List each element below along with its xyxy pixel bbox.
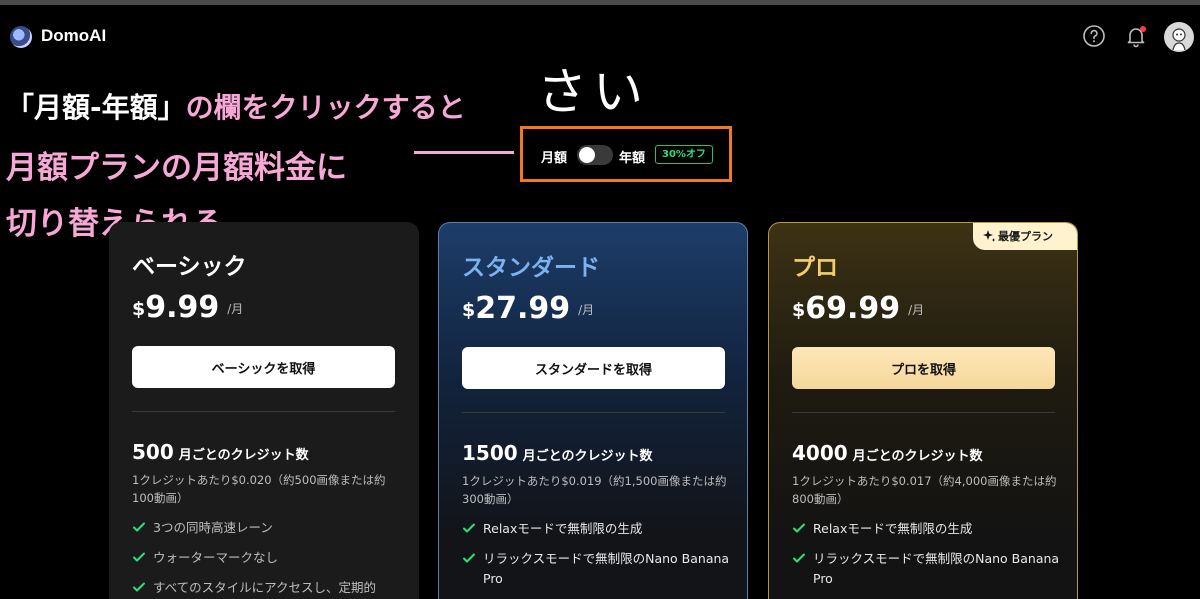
help-icon[interactable] xyxy=(1082,24,1106,48)
check-icon xyxy=(463,523,475,533)
avatar[interactable] xyxy=(1164,22,1194,52)
credits-count: 4000 月ごとのクレジット数 xyxy=(792,441,983,465)
credits-number: 4000 xyxy=(792,441,848,465)
feature-item: ウォーターマークなし xyxy=(132,548,407,568)
billing-period-switch[interactable] xyxy=(577,145,613,165)
divider xyxy=(132,411,395,412)
feature-item: Relaxモードで無制限の生成 xyxy=(462,519,737,539)
feature-text: ウォーターマークなし xyxy=(153,550,279,565)
discount-badge: 30%オフ xyxy=(655,145,713,164)
billing-yearly-label[interactable]: 年額 xyxy=(619,147,645,166)
check-icon xyxy=(133,522,145,532)
credits-count: 1500 月ごとのクレジット数 xyxy=(462,441,653,465)
check-icon xyxy=(463,553,475,563)
feature-item: リラックスモードで無制限のNano Banana Pro xyxy=(462,549,737,589)
plan-card-pro: 最優プラン プロ $69.99/月 プロを取得 4000 月ごとのクレジット数 1… xyxy=(768,222,1078,599)
check-icon xyxy=(793,553,805,563)
annotation-line-2: 月額プランの月額料金に xyxy=(6,150,347,186)
check-icon xyxy=(133,582,145,592)
price-period: /月 xyxy=(908,303,925,317)
plan-name: スタンダード xyxy=(462,255,600,281)
credits-unit: 月ごとのクレジット数 xyxy=(852,449,983,464)
credits-number: 1500 xyxy=(462,441,518,465)
feature-text: Relaxモードで無制限の生成 xyxy=(813,521,973,536)
best-plan-badge: 最優プラン xyxy=(973,223,1077,250)
divider xyxy=(792,412,1055,413)
price-period: /月 xyxy=(578,303,595,317)
check-icon xyxy=(133,552,145,562)
feature-text: Relaxモードで無制限の生成 xyxy=(483,521,643,536)
plan-price: $69.99/月 xyxy=(792,291,924,326)
window-top-strip xyxy=(0,0,1200,5)
plan-card-standard: スタンダード $27.99/月 スタンダードを取得 1500 月ごとのクレジット数… xyxy=(438,222,748,599)
feature-text: すべてのスタイルにアクセスし、定期的 xyxy=(153,580,377,595)
feature-text: リラックスモードで無制限のNano Banana Pro xyxy=(483,551,730,586)
feature-item: すべてのスタイルにアクセスし、定期的 xyxy=(132,578,407,598)
credits-count: 500 月ごとのクレジット数 xyxy=(132,440,309,464)
billing-monthly-label[interactable]: 月額 xyxy=(541,147,567,166)
sparkle-icon xyxy=(983,230,996,242)
get-basic-button[interactable]: ベーシックを取得 xyxy=(132,346,395,388)
avatar-face-icon xyxy=(1172,28,1186,51)
annotation-line-1-rest: の欄をクリックすると xyxy=(185,91,466,124)
credit-rate: 1クレジットあたり$0.017（約4,000画像または約800動画） xyxy=(792,474,1057,506)
feature-list: Relaxモードで無制限の生成 リラックスモードで無制限のNano Banana… xyxy=(792,519,1067,599)
get-standard-button[interactable]: スタンダードを取得 xyxy=(462,347,725,389)
brand-name[interactable]: DomoAI xyxy=(41,26,106,46)
switch-knob xyxy=(579,147,595,163)
annotation-line-1: 「月額-年額」の欄をクリックすると xyxy=(6,86,466,126)
plan-card-basic: ベーシック $9.99/月 ベーシックを取得 500 月ごとのクレジット数 1クレ… xyxy=(109,222,419,599)
credits-unit: 月ごとのクレジット数 xyxy=(178,448,309,463)
credit-rate: 1クレジットあたり$0.020（約500画像または約100動画） xyxy=(132,473,386,505)
price-period: /月 xyxy=(227,302,244,316)
feature-list: 3つの同時高速レーン ウォーターマークなし すべてのスタイルにアクセスし、定期的 xyxy=(132,518,407,599)
plan-price: $27.99/月 xyxy=(462,291,594,326)
check-icon xyxy=(793,523,805,533)
price-currency: $ xyxy=(792,299,806,321)
feature-text: リラックスモードで無制限のNano Banana Pro xyxy=(813,551,1060,586)
price-currency: $ xyxy=(462,299,476,321)
price-amount: 9.99 xyxy=(145,290,220,325)
feature-text: 3つの同時高速レーン xyxy=(153,520,273,535)
bell-icon[interactable] xyxy=(1124,24,1148,48)
feature-list: Relaxモードで無制限の生成 リラックスモードで無制限のNano Banana… xyxy=(462,519,737,599)
annotation-tail-text: さい xyxy=(537,63,649,121)
credit-rate: 1クレジットあたり$0.019（約1,500画像または約300動画） xyxy=(462,474,727,506)
credits-unit: 月ごとのクレジット数 xyxy=(522,449,653,464)
feature-item: リラックスモードで無制限のNano Banana Pro xyxy=(792,549,1067,589)
price-currency: $ xyxy=(132,298,146,320)
credits-number: 500 xyxy=(132,440,174,464)
feature-item: Relaxモードで無制限の生成 xyxy=(792,519,1067,539)
price-amount: 69.99 xyxy=(805,291,901,326)
annotation-quote: 「月額-年額」 xyxy=(6,91,186,124)
get-pro-button[interactable]: プロを取得 xyxy=(792,347,1055,389)
feature-item: 3つの同時高速レーン xyxy=(132,518,407,538)
plan-price: $9.99/月 xyxy=(132,290,243,325)
divider xyxy=(462,412,725,413)
plan-name: プロ xyxy=(792,255,838,281)
badge-label: 最優プラン xyxy=(998,230,1053,243)
domoai-logo-icon[interactable] xyxy=(10,26,32,48)
plan-name: ベーシック xyxy=(132,254,247,280)
annotation-pointer-line xyxy=(414,151,514,154)
price-amount: 27.99 xyxy=(475,291,571,326)
